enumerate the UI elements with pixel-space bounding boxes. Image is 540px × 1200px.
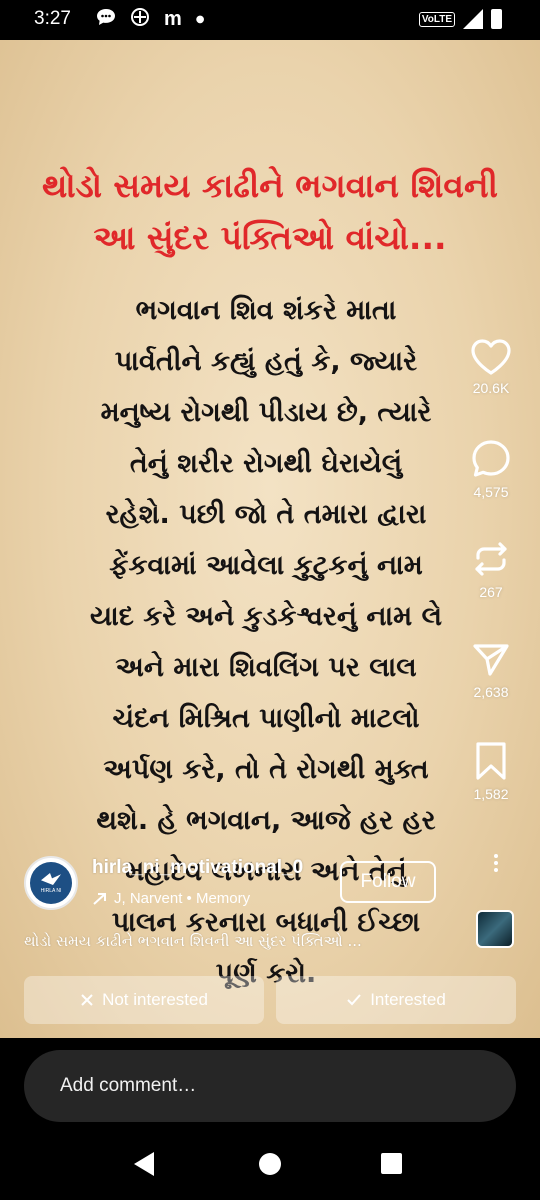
heart-icon[interactable] xyxy=(470,338,512,376)
author-username[interactable]: hirla_ni_motivational_0 xyxy=(92,857,303,879)
repost-count: 267 xyxy=(479,584,503,600)
body-line: અર્પણ કરે, તો તે રોગથી મુક્ત xyxy=(103,754,429,785)
avatar-badge: HIRLA NI xyxy=(30,862,72,904)
close-icon xyxy=(81,994,93,1006)
signal-icon: 4G xyxy=(463,9,483,29)
audio-track-label: J, Narvent • Memory xyxy=(114,890,251,907)
comment-bar: Add comment… xyxy=(0,1038,540,1138)
trending-arrow-icon xyxy=(93,892,106,905)
status-time: 3:27 xyxy=(34,8,71,29)
chat-notification-icon xyxy=(96,8,116,31)
body-line: ચંદન મિશ્રિત પાણીનો માટલો xyxy=(112,703,420,734)
not-interested-button[interactable]: Not interested xyxy=(24,976,264,1024)
save-count: 1,582 xyxy=(473,786,509,802)
audio-thumbnail[interactable] xyxy=(476,910,514,948)
status-right: VoLTE 4G xyxy=(418,9,502,29)
body-line: મનુષ્ય રોગથી પીડાય છે, ત્યારે xyxy=(100,397,432,428)
body-line: તેનું શરીર રોગથી ઘેરાયેલું xyxy=(129,448,403,479)
not-interested-label: Not interested xyxy=(102,990,208,1009)
avatar-text: HIRLA NI xyxy=(40,888,62,894)
body-line: ફેંકવામાં આવેલા કુટુકનું નામ xyxy=(109,550,423,581)
recent-apps-icon[interactable] xyxy=(381,1153,402,1174)
notification-icons: m ● xyxy=(96,8,205,31)
like-count: 20.6K xyxy=(472,380,510,396)
body-line: થશે. હે ભગવાન, આજે હર હર xyxy=(96,805,436,836)
headline-line: આ સુંદર પંક્તિઓ વાંચો... xyxy=(93,218,447,257)
bookmark-icon[interactable] xyxy=(470,740,512,782)
body-line: પાર્વતીને કહ્યું હતું કે, જ્યારે xyxy=(114,346,418,377)
volte-badge: VoLTE xyxy=(418,11,455,27)
send-icon[interactable] xyxy=(470,640,512,680)
back-icon[interactable] xyxy=(134,1152,154,1176)
comment-count: 4,575 xyxy=(473,484,509,500)
like-action[interactable]: 20.6K xyxy=(466,338,516,396)
repost-icon[interactable] xyxy=(470,538,512,580)
headline-line: થોડો સમય કાઢીને ભગવાન શિવની xyxy=(42,166,498,205)
bird-logo-icon xyxy=(41,873,61,885)
body-line: ભગવાન શિવ શંકરે માતા xyxy=(135,295,397,326)
audio-track[interactable]: J, Narvent • Memory xyxy=(92,890,250,907)
body-line: અને મારા શિવલિંગ પર લાલ xyxy=(115,652,417,683)
author-avatar[interactable]: HIRLA NI xyxy=(24,856,78,910)
share-count: 2,638 xyxy=(473,684,509,700)
app-notification-icon xyxy=(130,8,150,31)
m-app-icon: m xyxy=(164,8,182,30)
home-icon[interactable] xyxy=(259,1153,281,1175)
comment-action[interactable]: 4,575 xyxy=(466,438,516,500)
post-headline: થોડો સમય કાઢીને ભગવાન શિવની આ સુંદર પંક્… xyxy=(0,160,540,264)
status-bar: 3:27 m ● VoLTE 4G xyxy=(0,0,540,40)
repost-action[interactable]: 267 xyxy=(466,538,516,600)
dot-icon: ● xyxy=(195,14,205,25)
check-icon xyxy=(347,994,361,1006)
interested-button[interactable]: Interested xyxy=(276,976,516,1024)
body-line: રહેશે. પછી જો તે તમારા દ્વારા xyxy=(105,499,427,530)
body-line: યાદ કરે અને કુડકેશ્વરનું નામ લે xyxy=(90,601,442,632)
system-nav-bar xyxy=(0,1138,540,1200)
comment-bubble-icon[interactable] xyxy=(470,438,512,480)
save-action[interactable]: 1,582 xyxy=(466,740,516,802)
follow-button[interactable]: Follow xyxy=(340,861,436,903)
interested-label: Interested xyxy=(370,990,446,1009)
battery-icon xyxy=(491,9,502,29)
share-action[interactable]: 2,638 xyxy=(466,640,516,700)
more-options-icon[interactable] xyxy=(486,851,506,881)
add-comment-input[interactable]: Add comment… xyxy=(24,1050,516,1122)
post-media[interactable]: થોડો સમય કાઢીને ભગવાન શિવની આ સુંદર પંક્… xyxy=(0,40,540,1038)
post-caption[interactable]: થોડો સમય કાઢીને ભગવાન શિવની આ સુંદર પંક્… xyxy=(24,932,464,950)
